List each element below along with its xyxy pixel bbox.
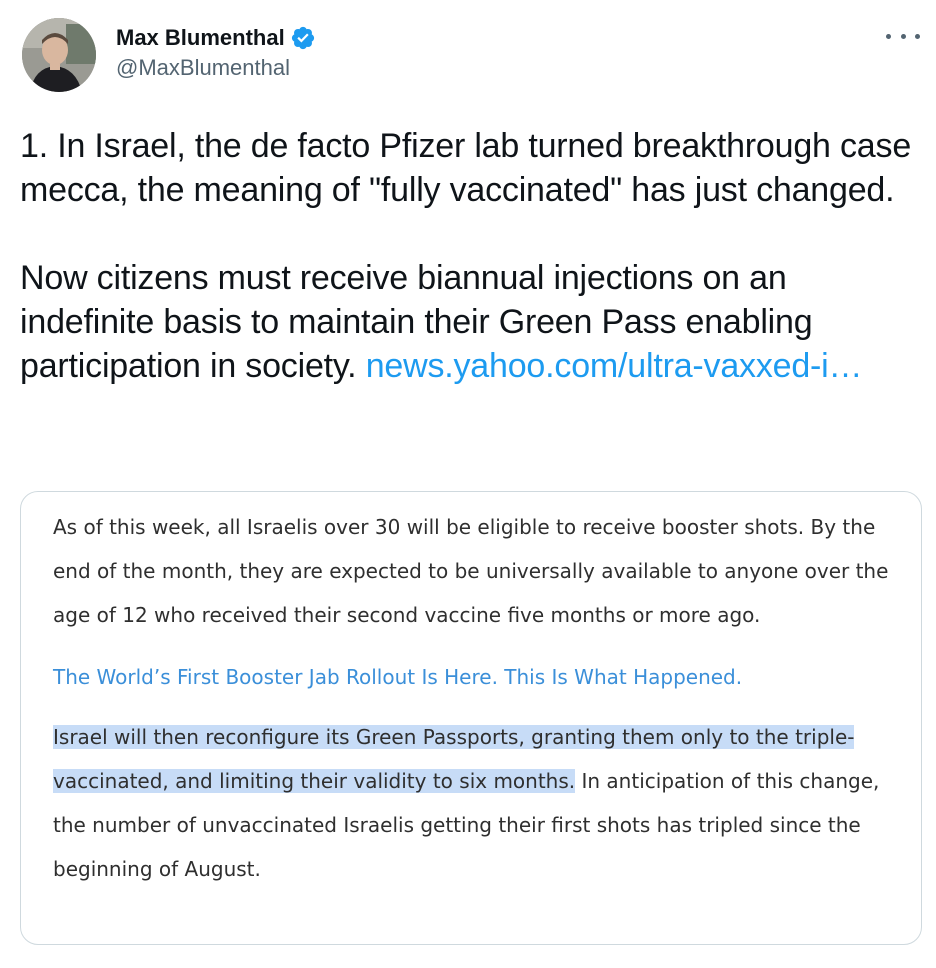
- article-excerpt: As of this week, all Israelis over 30 wi…: [53, 505, 903, 891]
- attached-image[interactable]: As of this week, all Israelis over 30 wi…: [20, 491, 922, 945]
- dot: [915, 33, 920, 39]
- avatar[interactable]: [22, 18, 96, 92]
- tweet-text: 1. In Israel, the de facto Pfizer lab tu…: [20, 124, 925, 388]
- tweet: Max Blumenthal @MaxBlumenthal 1. In Isra…: [0, 0, 936, 968]
- dot: [900, 33, 906, 39]
- dot: [886, 33, 891, 39]
- excerpt-paragraph-2: Israel will then reconfigure its Green P…: [53, 715, 903, 891]
- avatar-image: [22, 18, 96, 92]
- tweet-header: Max Blumenthal @MaxBlumenthal: [22, 18, 316, 92]
- excerpt-link: The World’s First Booster Jab Rollout Is…: [53, 665, 743, 689]
- more-options-icon[interactable]: [886, 24, 920, 48]
- verified-badge-icon: [291, 26, 314, 50]
- author-names: Max Blumenthal @MaxBlumenthal: [116, 23, 316, 81]
- tweet-paragraph-2: Now citizens must receive biannual injec…: [20, 256, 925, 388]
- tweet-paragraph-1: 1. In Israel, the de facto Pfizer lab tu…: [20, 127, 912, 209]
- excerpt-paragraph-1: As of this week, all Israelis over 30 wi…: [53, 515, 889, 627]
- article-link[interactable]: news.yahoo.com/ultra-vaxxed-i…: [366, 347, 863, 385]
- handle[interactable]: @MaxBlumenthal: [116, 55, 316, 81]
- name-row: Max Blumenthal: [116, 23, 316, 53]
- display-name[interactable]: Max Blumenthal: [116, 25, 285, 51]
